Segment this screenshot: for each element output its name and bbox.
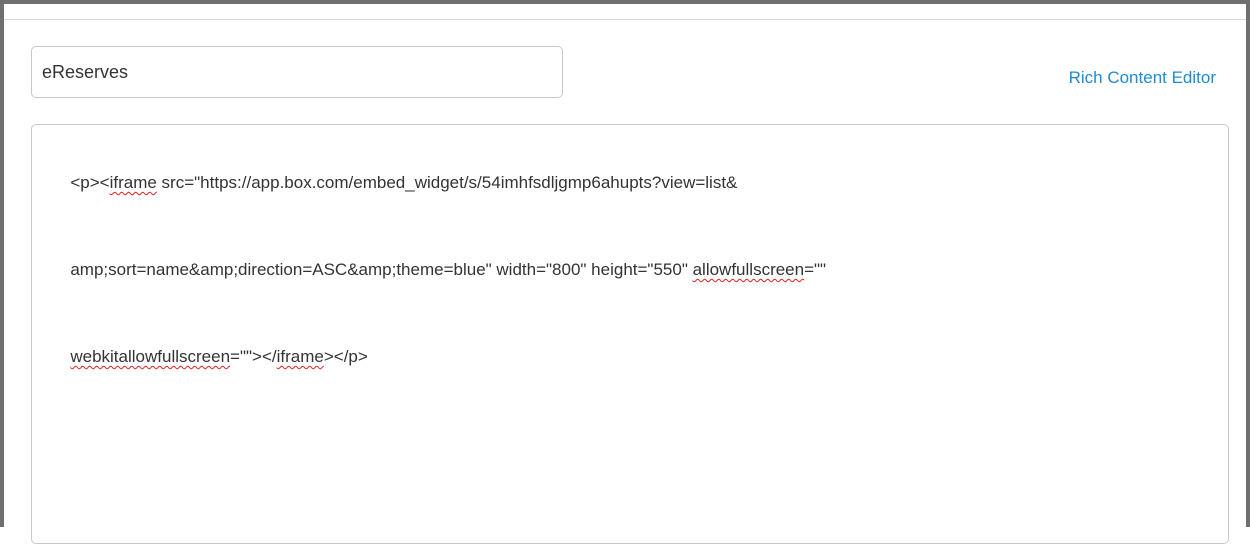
editor-text-segment: amp;sort=name&amp;direction=ASC&amp;them… <box>70 260 693 279</box>
panel-left-border <box>0 0 4 527</box>
editor-panel: Rich Content Editor <p><iframe src="http… <box>0 0 1250 544</box>
misspelled-word: iframe <box>109 173 157 192</box>
rich-content-editor-toggle-link[interactable]: Rich Content Editor <box>1069 68 1216 88</box>
editor-text-segment: <p>< <box>70 173 110 192</box>
panel-right-border <box>1246 0 1250 527</box>
page-title-input[interactable] <box>31 46 563 98</box>
html-editor-textarea[interactable]: <p><iframe src="https://app.box.com/embe… <box>31 124 1229 544</box>
panel-top-border <box>0 0 1250 4</box>
editor-text-segment: src="https://app.box.com/embed_widget/s/… <box>156 173 738 192</box>
editor-text-segment: ="" <box>804 260 827 279</box>
editor-line: webkitallowfullscreen=""></iframe></p> <box>42 313 1218 400</box>
header-divider <box>4 19 1246 20</box>
editor-line: amp;sort=name&amp;direction=ASC&amp;them… <box>42 226 1218 313</box>
misspelled-word: webkitallowfullscreen <box>70 347 231 366</box>
misspelled-word: allowfullscreen <box>692 260 805 279</box>
editor-line: <p><iframe src="https://app.box.com/embe… <box>42 139 1218 226</box>
editor-text-segment: ></p> <box>323 347 368 366</box>
misspelled-word: iframe <box>276 347 324 366</box>
editor-text-segment: =""></ <box>230 347 277 366</box>
